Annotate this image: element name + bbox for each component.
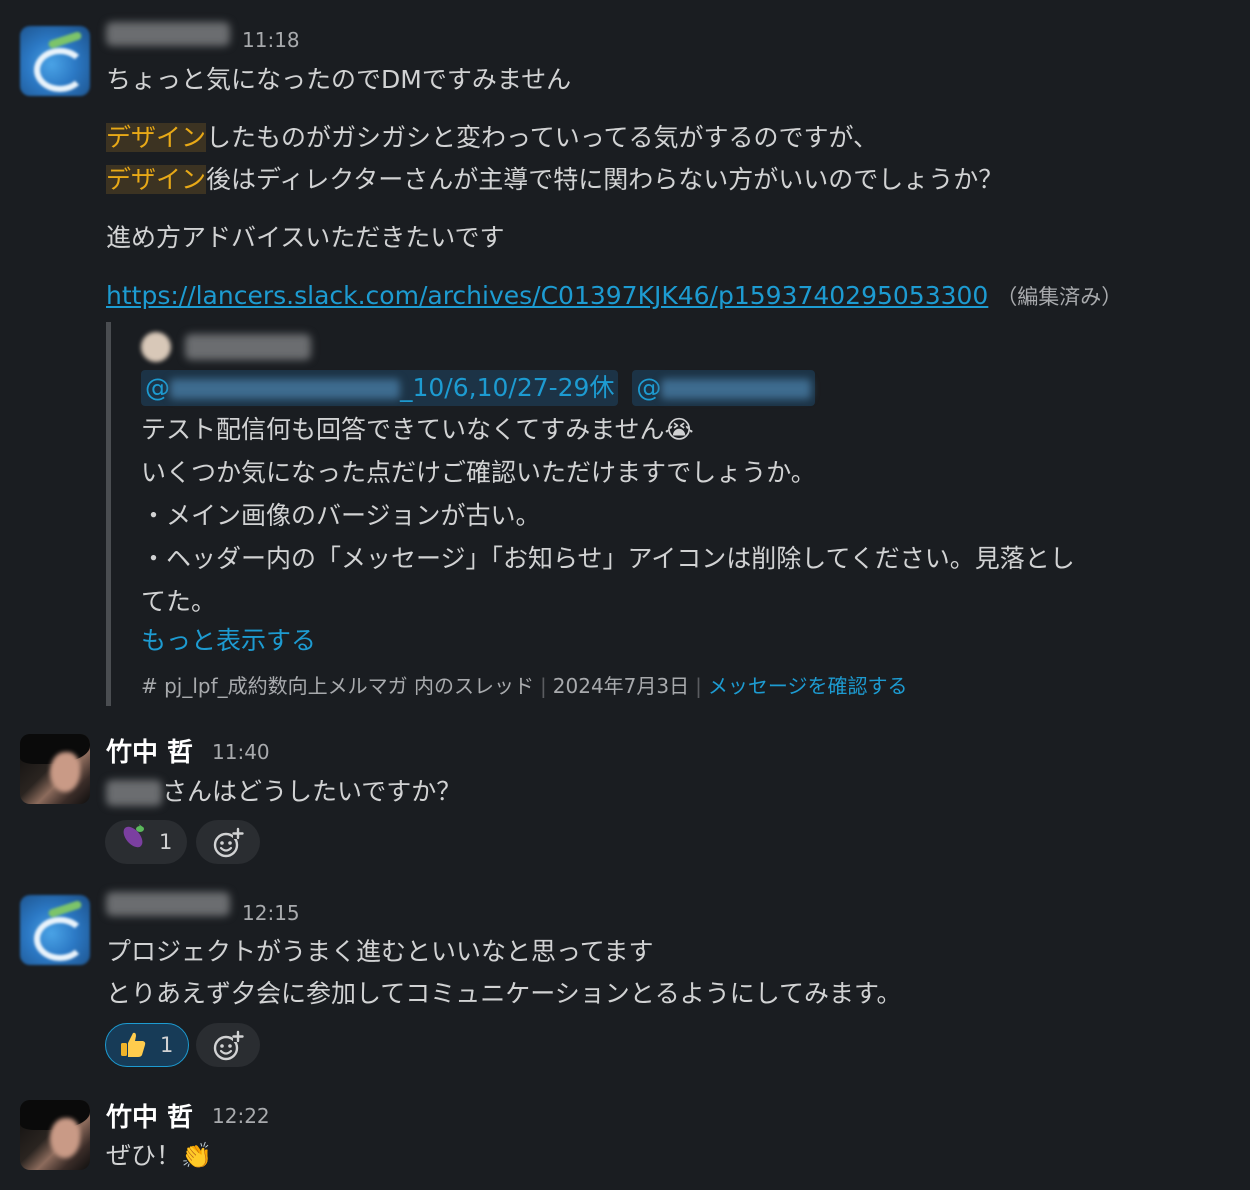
timestamp[interactable]: 11:18 <box>242 28 300 52</box>
reaction-count: 1 <box>159 830 173 854</box>
avatar-ring <box>34 917 86 961</box>
reaction-count: 1 <box>160 1033 174 1057</box>
message-text-span: したものがガシガシと変わっていってる気がするのですが、 <box>206 123 879 152</box>
quoted-text: テスト配信何も回答できていなくてすみません😭 いくつか気になった点だけご確認いた… <box>141 408 1075 623</box>
quoted-author-blurred[interactable] <box>185 334 311 360</box>
user-avatar[interactable] <box>20 895 90 965</box>
reaction-eggplant[interactable]: 1 <box>105 820 187 864</box>
quoted-meta: # pj_lpf_成約数向上メルマガ 内のスレッド | 2024年7月3日 | メッセー… <box>141 670 908 699</box>
timestamp[interactable]: 11:40 <box>212 740 270 764</box>
user-mention[interactable]: @ _10/6,10/27-29休 <box>141 370 619 406</box>
user-avatar[interactable] <box>20 1100 90 1170</box>
message-text-line: ちょっと気になったのでDMですみません <box>106 65 572 94</box>
quoted-date: 2024年7月3日 <box>552 674 690 698</box>
message-text-line: デザイン後はディレクターさんが主導で特に関わらない方がいいのでしょうか？ <box>106 158 1003 201</box>
author-name-blurred[interactable] <box>106 22 230 53</box>
mention-blurred-name <box>661 379 812 399</box>
avatar-bar <box>47 30 83 50</box>
edited-label: （編集済み） <box>996 285 1123 309</box>
divider: | <box>540 674 547 698</box>
timestamp[interactable]: 12:15 <box>242 901 300 925</box>
mention-suffix: _10/6,10/27-29休 <box>400 373 615 402</box>
mention-at: @ <box>145 373 170 402</box>
mention-at: @ <box>636 373 662 402</box>
mention-row: @ _10/6,10/27-29休 @ <box>141 370 821 406</box>
author-name[interactable]: 竹中 哲 <box>106 732 193 769</box>
author-name[interactable]: 竹中 哲 <box>106 1097 193 1134</box>
author-name-blurred[interactable] <box>106 892 230 923</box>
quoted-channel[interactable]: # pj_lpf_成約数向上メルマガ 内のスレッド <box>141 674 534 698</box>
message-text-span: 後はディレクターさんが主導で特に関わらない方がいいのでしょうか？ <box>206 165 1004 194</box>
eggplant-icon <box>119 820 149 864</box>
quoted-avatar[interactable] <box>141 332 171 362</box>
quoted-line: ・メイン画像のバージョンが古い。 <box>141 501 541 530</box>
message-text-line: さんはどうしたいですか？ <box>106 770 461 813</box>
blurred-name <box>106 780 162 806</box>
message-text-span: さんはどうしたいですか？ <box>162 777 462 806</box>
message-link[interactable]: https://lancers.slack.com/archives/C0139… <box>106 281 988 310</box>
message-text-line: とりあえず夕会に参加してコミュニケーションとるようにしてみます。 <box>106 979 902 1008</box>
avatar-face <box>50 1118 80 1158</box>
user-avatar[interactable] <box>20 26 90 96</box>
message-text-line: デザインしたものがガシガシと変わっていってる気がするのですが、 <box>106 116 878 159</box>
quoted-line: ・ヘッダー内の「メッセージ」「お知らせ」アイコンは削除してください。見落とし <box>141 544 1075 573</box>
quoted-line: いくつか気になった点だけご確認いただけますでしょうか。 <box>141 458 816 487</box>
quoted-message[interactable]: @ _10/6,10/27-29休 @ テスト配信何も回答できていなくてすみません… <box>106 322 1231 706</box>
quoted-line: テスト配信何も回答できていなくてすみません😭 <box>141 415 694 444</box>
message-text-line: プロジェクトがうまく進むといいなと思ってます <box>106 937 654 966</box>
mention-blurred-name <box>170 379 400 399</box>
avatar-ring <box>34 48 86 92</box>
search-highlight: デザイン <box>106 165 207 194</box>
avatar-bar <box>47 899 83 919</box>
thumbs-up-icon <box>118 1030 148 1074</box>
user-avatar[interactable] <box>20 734 90 804</box>
avatar-face <box>50 752 80 792</box>
reaction-thumbs-up[interactable]: 1 <box>105 1023 189 1067</box>
show-more-link[interactable]: もっと表示する <box>141 619 316 662</box>
divider: | <box>695 674 702 698</box>
view-message-link[interactable]: メッセージを確認する <box>708 674 908 698</box>
add-reaction-button[interactable] <box>196 820 260 864</box>
search-highlight: デザイン <box>106 123 207 152</box>
blurred-name <box>106 22 230 46</box>
message-text-line: https://lancers.slack.com/archives/C0139… <box>106 274 1122 319</box>
message-text-line: ぜひ！👏 <box>106 1141 213 1170</box>
user-mention[interactable]: @ <box>632 370 816 406</box>
add-emoji-icon <box>213 827 244 858</box>
blurred-name <box>106 892 230 916</box>
quoted-line: てた。 <box>141 587 217 616</box>
timestamp[interactable]: 12:22 <box>212 1104 270 1128</box>
add-reaction-button[interactable] <box>196 1023 260 1067</box>
add-emoji-icon <box>213 1030 244 1061</box>
message-text-line: 進め方アドバイスいただきたいです <box>106 223 505 252</box>
